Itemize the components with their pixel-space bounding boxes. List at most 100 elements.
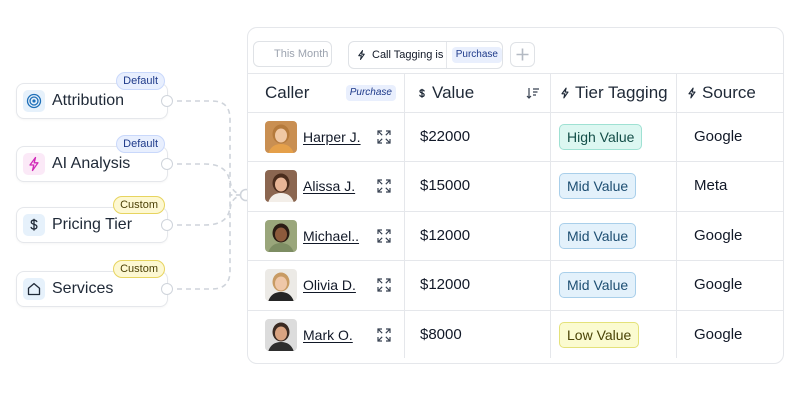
value-text: $15000 [420, 177, 471, 194]
purchase-pill: Purchase [345, 85, 396, 101]
table-toolbar: This Month Call Tagging is Purchase [248, 28, 783, 74]
table-row-value: $22000 [420, 127, 470, 147]
table-row-tier[interactable]: Mid Value [559, 222, 637, 249]
custom-badge: Custom [113, 196, 165, 214]
tier-header-label: Tier Tagging [575, 83, 668, 102]
call-tagging-filter[interactable]: Call Tagging is Purchase [348, 41, 503, 69]
table-row-caller[interactable]: Mark O. [265, 318, 353, 351]
node-label: Attribution [52, 92, 125, 109]
tier-tag[interactable]: High Value [559, 123, 643, 150]
table-row-tier[interactable]: Mid Value [559, 271, 637, 298]
node-label: AI Analysis [52, 155, 131, 172]
expand-icon[interactable] [377, 327, 391, 347]
avatar [265, 268, 297, 301]
table-row-value: $15000 [420, 176, 470, 196]
caller-name[interactable]: Olivia D. [303, 277, 356, 293]
lightning-icon [23, 153, 45, 175]
dollar-icon [419, 88, 425, 98]
lightning-icon [688, 87, 696, 99]
column-divider [676, 74, 677, 358]
table-row-source: Google [694, 226, 742, 246]
filter-label-group: Call Tagging is [349, 49, 446, 61]
caller-name[interactable]: Harper J. [303, 129, 361, 145]
table-row-value: $12000 [420, 275, 470, 295]
column-divider [404, 74, 405, 358]
custom-badge: Custom [113, 260, 165, 278]
caller-name[interactable]: Alissa J. [303, 178, 355, 194]
node-attribution[interactable]: Attribution Default [16, 72, 173, 119]
tier-tag[interactable]: Low Value [559, 321, 640, 348]
dollar-icon [23, 214, 45, 236]
node-ai-analysis[interactable]: AI Analysis Default [16, 135, 173, 182]
avatar [265, 169, 297, 202]
add-filter-button[interactable] [510, 42, 535, 67]
source-text: Google [694, 227, 743, 244]
plus-icon [516, 48, 529, 61]
filter-divider [445, 42, 447, 68]
sort-icon[interactable] [526, 87, 540, 99]
table-row-source: Google [694, 127, 742, 147]
row-divider [248, 161, 783, 162]
output-port[interactable] [161, 283, 173, 295]
lightning-icon [561, 87, 569, 99]
tier-tag[interactable]: Mid Value [559, 172, 637, 199]
table-row-value: $8000 [420, 325, 462, 345]
tier-tag[interactable]: Mid Value [559, 222, 637, 249]
home-icon [23, 278, 45, 300]
node-label: Pricing Tier [52, 216, 133, 233]
node-services[interactable]: Services Custom [16, 260, 173, 307]
value-text: $22000 [420, 128, 471, 145]
column-header-caller[interactable]: Caller Purchase [265, 74, 400, 112]
column-header-tier-tagging[interactable]: Tier Tagging [559, 74, 674, 112]
table-row-caller[interactable]: Harper J. [265, 120, 361, 153]
source-text: Meta [694, 177, 728, 194]
row-divider [248, 211, 783, 212]
expand-icon[interactable] [377, 178, 391, 198]
table-row-source: Meta [694, 176, 727, 196]
expand-icon[interactable] [377, 228, 391, 248]
row-divider [248, 260, 783, 261]
output-port[interactable] [161, 95, 173, 107]
avatar [265, 219, 297, 252]
table-row-caller[interactable]: Alissa J. [265, 169, 355, 202]
table-row-source: Google [694, 325, 742, 345]
avatar [265, 120, 297, 153]
value-text: $12000 [420, 227, 471, 244]
table-row-value: $12000 [420, 226, 470, 246]
target-icon [23, 90, 45, 112]
date-range-picker[interactable]: This Month [253, 41, 332, 67]
table-row-tier[interactable]: High Value [559, 123, 643, 150]
source-header-label: Source [702, 83, 756, 102]
source-text: Google [694, 276, 743, 293]
column-header-source[interactable]: Source [686, 74, 781, 112]
filter-value-pill[interactable]: Purchase [451, 47, 502, 63]
filter-label: Call Tagging is [372, 49, 444, 61]
value-text: $8000 [420, 326, 462, 343]
avatar [265, 318, 297, 351]
table-row-tier[interactable]: Mid Value [559, 172, 637, 199]
expand-icon[interactable] [377, 129, 391, 149]
column-header-value[interactable]: Value [416, 74, 544, 112]
table-row-tier[interactable]: Low Value [559, 321, 640, 348]
table-row-caller[interactable]: Olivia D. [265, 268, 356, 301]
expand-icon[interactable] [377, 277, 391, 297]
caller-header-label: Caller [265, 83, 310, 102]
value-text: $12000 [420, 276, 471, 293]
row-divider [248, 112, 783, 113]
row-divider [248, 310, 783, 311]
lightning-icon [358, 50, 365, 60]
caller-name[interactable]: Michael.. [303, 228, 359, 244]
table-row-caller[interactable]: Michael.. [265, 219, 359, 252]
output-port[interactable] [161, 158, 173, 170]
node-pricing-tier[interactable]: Pricing Tier Custom [16, 196, 173, 243]
source-text: Google [694, 128, 743, 145]
source-text: Google [694, 326, 743, 343]
caller-name[interactable]: Mark O. [303, 327, 353, 343]
output-port[interactable] [161, 219, 173, 231]
column-divider [550, 74, 551, 358]
tier-tag[interactable]: Mid Value [559, 271, 637, 298]
value-header-label: Value [432, 83, 475, 102]
calls-table-card: This Month Call Tagging is Purchase Call… [247, 27, 784, 364]
default-badge: Default [116, 135, 165, 153]
node-label: Services [52, 280, 114, 297]
